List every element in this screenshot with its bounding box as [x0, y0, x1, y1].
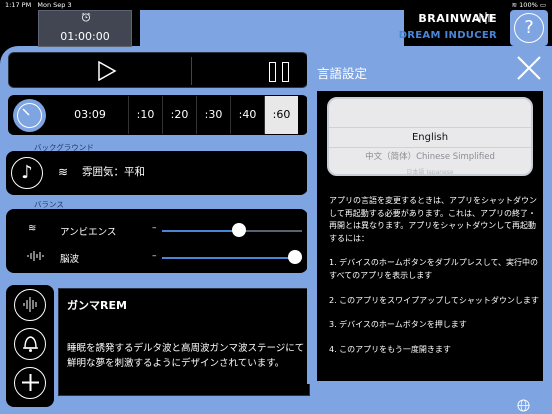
status-time-date: 1:17 PM Mon Sep 3 — [5, 1, 72, 9]
ambience-waves-icon: ≋ — [28, 223, 37, 234]
music-note-icon: ♪ — [11, 157, 43, 189]
pause-button[interactable] — [269, 62, 291, 82]
session-text: 睡眠を誘発するデルタ波と高周波ガンマ波ステージにて鮮明な夢を刺激するようにデザイ… — [67, 343, 305, 369]
wifi-icon: ≋ — [511, 1, 518, 9]
battery-icon: ▭ — [539, 1, 546, 9]
language-option[interactable]: 中文（简体）Chinese Simplified — [329, 150, 531, 162]
info-step: 4. このアプリをもう一度開きます — [329, 344, 451, 354]
duration-option[interactable]: :20 — [162, 96, 196, 134]
timer-display[interactable]: 01:00:00 — [38, 10, 132, 47]
duration-selector: 03:09 :10 :20 :30 :40 :60 — [8, 95, 308, 135]
playback-controls — [8, 52, 308, 88]
info-step: 3. デバイスのホームボタンを押します — [329, 320, 467, 330]
status-bar: 1:17 PM Mon Sep 3 ≋ 100% ▭ — [0, 0, 552, 10]
modal-body: English 中文（简体）Chinese Simplified 日本語 Jap… — [317, 91, 543, 381]
help-button[interactable]: ? — [510, 10, 548, 46]
plus-icon — [21, 374, 39, 391]
language-info-text: アプリの言語を変更するときは、アプリをシャットダウンして再起動する必要があります… — [329, 195, 539, 368]
clock-button[interactable] — [13, 99, 46, 132]
balance-panel: ≋ アンビエンス – 脳波 – — [6, 209, 308, 273]
language-picker[interactable]: English 中文（简体）Chinese Simplified 日本語 Jap… — [327, 97, 533, 176]
language-option[interactable]: 日本語 Japanese — [329, 167, 531, 174]
brainwave-slider-thumb[interactable] — [288, 250, 302, 264]
brand-subtitle: DREAM INDUCER — [398, 30, 497, 41]
timer-value: 01:00:00 — [60, 30, 110, 43]
modal-title: 言語設定 — [317, 66, 368, 81]
picker-divider — [329, 147, 531, 148]
help-icon: ? — [514, 13, 544, 43]
duration-option-selected[interactable]: :60 — [264, 96, 298, 134]
background-value: 雰囲気：平和 — [82, 166, 145, 178]
info-paragraph: アプリの言語を変更するときは、アプリをシャットダウンして再起動する必要があります… — [329, 196, 537, 243]
brainwave-icon — [23, 297, 36, 312]
minus-icon: – — [152, 251, 157, 261]
duration-option[interactable]: :10 — [128, 96, 162, 134]
bell-icon — [22, 336, 38, 352]
play-button[interactable] — [97, 61, 117, 81]
divider — [191, 57, 192, 85]
ambience-slider-thumb[interactable] — [232, 223, 246, 237]
brainwave-slider[interactable] — [162, 257, 302, 259]
duration-option[interactable]: :30 — [196, 96, 230, 134]
session-title: ガンマREM — [67, 299, 127, 312]
brainwave-button[interactable] — [14, 289, 46, 321]
brainwave-logo-icon — [473, 12, 496, 24]
brainwave-icon — [27, 251, 44, 261]
info-step: 1. デバイスのホームボタンをダブルプレスして、実行中のすべてのアプリを表示しま… — [329, 258, 539, 280]
background-selector[interactable]: ♪ ≋ 雰囲気：平和 — [6, 151, 308, 195]
picker-divider — [329, 127, 531, 128]
ambience-slider-fill — [162, 230, 239, 232]
minus-icon: – — [152, 223, 157, 233]
side-toolbar — [6, 285, 54, 407]
session-description: ガンマREM 睡眠を誘発するデルタ波と高周波ガンマ波ステージにて鮮明な夢を刺激す… — [58, 288, 310, 396]
alarm-clock-icon — [81, 12, 91, 22]
brainwave-label: 脳波 — [60, 254, 80, 265]
language-settings-modal: 言語設定 English 中文（简体）Chinese Simplified 日本… — [307, 46, 552, 384]
status-battery: ≋ 100% ▭ — [511, 1, 546, 9]
add-button[interactable] — [14, 367, 46, 399]
alarm-button[interactable] — [14, 328, 46, 360]
close-icon[interactable] — [515, 54, 543, 82]
ambience-label: アンビエンス — [60, 227, 117, 238]
language-option-selected[interactable]: English — [329, 132, 531, 143]
elapsed-time: 03:09 — [74, 108, 106, 121]
duration-option[interactable]: :40 — [230, 96, 264, 134]
info-step: 2. このアプリをスワイプアップしてシャットダウンします — [329, 295, 539, 305]
clock-icon — [17, 103, 42, 128]
header-bar — [140, 10, 404, 47]
waves-icon: ≋ — [58, 165, 69, 179]
globe-icon[interactable] — [517, 399, 530, 412]
brainwave-slider-fill — [162, 257, 295, 259]
